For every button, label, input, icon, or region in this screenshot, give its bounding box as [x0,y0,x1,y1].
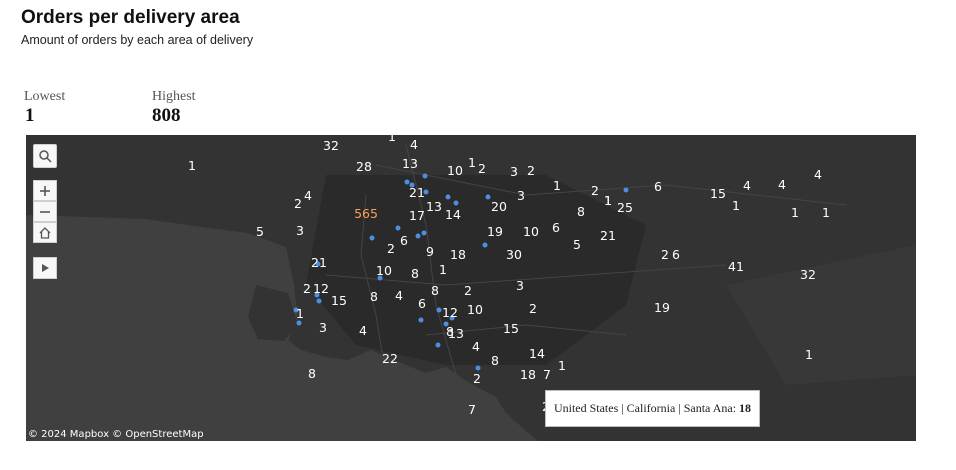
home-button[interactable] [33,222,57,243]
area-marker-dot[interactable] [395,225,401,231]
lowest-label: Lowest [24,89,66,104]
zoom-out-icon [40,210,50,213]
highest-label: Highest [152,89,196,104]
area-marker-dot[interactable] [445,194,451,200]
area-marker-dot[interactable] [485,194,491,200]
area-marker-dot[interactable] [315,261,321,267]
page-subtitle: Amount of orders by each area of deliver… [21,33,254,47]
area-marker-dot[interactable] [435,342,441,348]
tooltip-text: United States | California | Santa Ana: [553,401,737,415]
area-marker-dot[interactable] [449,315,455,321]
area-marker-dot[interactable] [316,298,322,304]
map-attribution[interactable]: © 2024 Mapbox © OpenStreetMap [28,429,204,440]
area-marker-dot[interactable] [436,307,442,313]
area-marker-dot[interactable] [443,321,449,327]
area-marker-dot[interactable] [453,200,459,206]
area-marker-dot[interactable] [475,365,481,371]
zoom-in-icon [40,185,50,196]
delivery-area-map[interactable]: 32 1 4 1 28 13 10 1 2 3 2 1 2 1 6 15 4 4 4 2 4 21 20 3 565 17 13 14… [26,135,916,441]
area-marker-dot[interactable] [369,235,375,241]
lowest-value: 1 [25,105,35,126]
search-button[interactable] [33,144,57,168]
area-marker-dot[interactable] [377,275,383,281]
area-marker-dot[interactable] [293,307,299,313]
zoom-out-button[interactable] [33,201,57,222]
area-marker-dot[interactable] [415,233,421,239]
tooltip-value: 18 [739,401,752,415]
area-marker-dot[interactable] [314,292,320,298]
play-button[interactable] [33,257,57,279]
area-marker-dot[interactable] [296,320,302,326]
area-marker-dot[interactable] [422,173,428,179]
area-marker-dot[interactable] [421,230,427,236]
area-marker-dot[interactable] [623,187,629,193]
map-basemap [26,135,916,441]
map-tooltip: United States | California | Santa Ana: 1… [545,390,760,427]
page-title: Orders per delivery area [21,7,240,28]
play-icon [42,264,49,272]
home-icon [39,226,51,239]
search-icon [39,150,52,163]
area-marker-dot[interactable] [482,242,488,248]
area-marker-dot[interactable] [409,182,415,188]
area-marker-dot[interactable] [423,189,429,195]
zoom-in-button[interactable] [33,180,57,201]
area-marker-dot[interactable] [418,317,424,323]
highest-value: 808 [152,105,181,126]
